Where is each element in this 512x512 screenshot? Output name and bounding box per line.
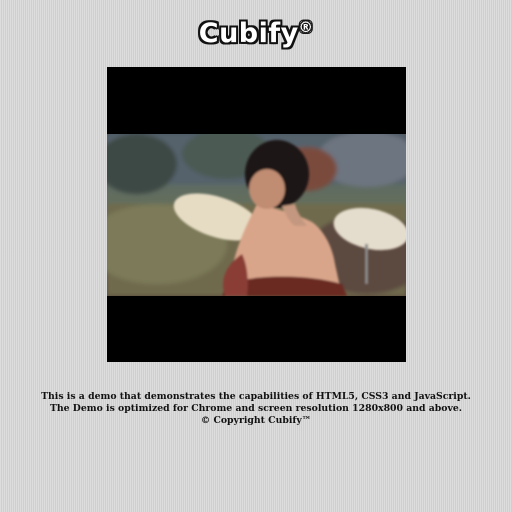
video-frame-icon bbox=[107, 134, 406, 296]
footer-caption: This is a demo that demonstrates the cap… bbox=[0, 391, 512, 427]
copyright-text: © Copyright Cubify™ bbox=[200, 415, 312, 426]
video-frame[interactable] bbox=[107, 134, 406, 296]
registered-mark: ® bbox=[298, 20, 314, 36]
logo-text: Cubify bbox=[198, 18, 299, 49]
site-logo: Cubify® bbox=[0, 14, 512, 54]
footer-line-1: This is a demo that demonstrates the cap… bbox=[41, 391, 471, 402]
video-player[interactable] bbox=[107, 67, 406, 362]
footer-line-2: The Demo is optimized for Chrome and scr… bbox=[49, 403, 463, 414]
